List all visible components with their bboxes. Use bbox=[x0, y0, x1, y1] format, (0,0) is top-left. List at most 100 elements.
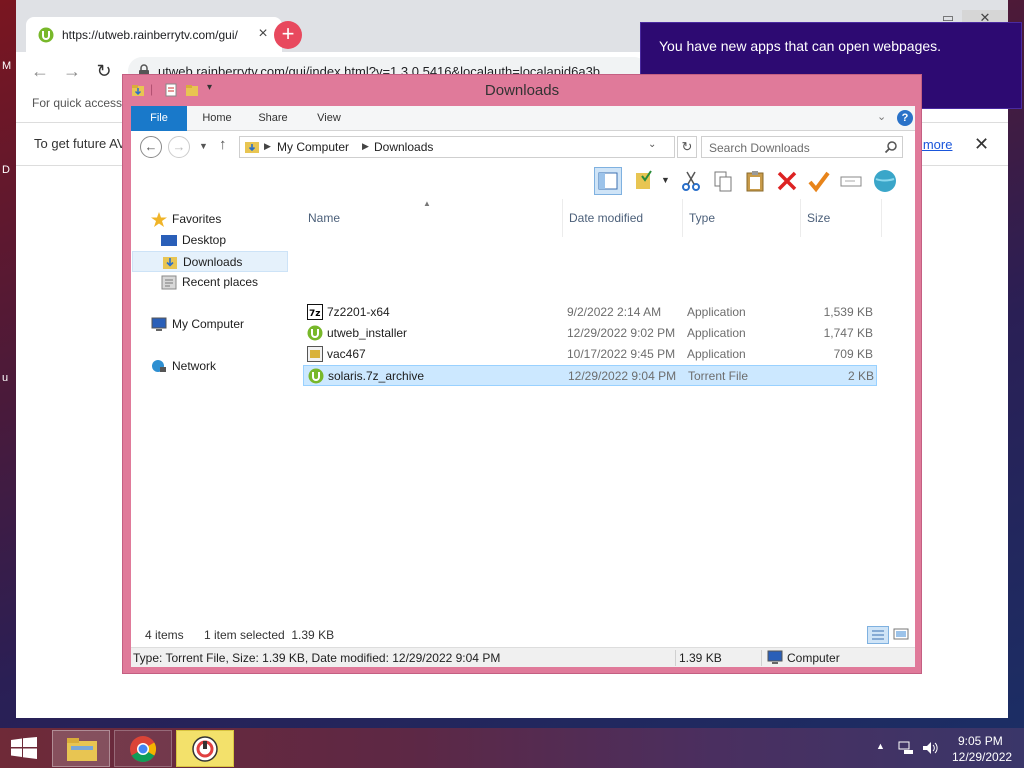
address-row: ← → ▼ ↑ ▶ My Computer ▶ Downloads ⌄ ↻ Se… bbox=[131, 131, 915, 163]
new-tab-button[interactable]: + bbox=[274, 21, 302, 49]
paste-icon[interactable] bbox=[741, 167, 769, 195]
help-icon[interactable]: ? bbox=[897, 110, 913, 126]
properties-toolbar-button[interactable] bbox=[631, 167, 659, 195]
desktop-icon bbox=[161, 235, 177, 246]
details-bar: Type: Torrent File, Size: 1.39 KB, Date … bbox=[131, 647, 915, 667]
item-count: 4 items bbox=[145, 628, 184, 642]
address-dropdown-icon[interactable]: ⌄ bbox=[648, 139, 656, 150]
nav-my-computer[interactable]: My Computer bbox=[151, 314, 281, 335]
breadcrumb-separator-icon: ▶ bbox=[264, 141, 271, 151]
column-header-type[interactable]: Type bbox=[684, 199, 801, 237]
breadcrumb-my-computer[interactable]: My Computer bbox=[277, 140, 349, 154]
navigation-pane: Favorites Desktop Downloads Recent place… bbox=[131, 199, 291, 623]
file-size: 709 KB bbox=[833, 347, 873, 361]
svg-text:7z: 7z bbox=[309, 309, 321, 319]
up-arrow-icon[interactable]: ↑ bbox=[219, 136, 227, 153]
column-header-size[interactable]: Size bbox=[802, 199, 882, 237]
column-size-label: Size bbox=[807, 211, 831, 225]
network-tray-icon[interactable] bbox=[898, 741, 914, 755]
windows-start-icon[interactable] bbox=[10, 737, 38, 759]
toolbar-dropdown-icon[interactable]: ▼ bbox=[661, 175, 670, 185]
7zip-icon: 7z bbox=[307, 304, 323, 320]
utorrent-web-icon bbox=[192, 736, 218, 762]
nav-desktop[interactable]: Desktop bbox=[161, 230, 281, 251]
column-header-date[interactable]: Date modified bbox=[564, 199, 683, 237]
file-date: 12/29/2022 9:04 PM bbox=[568, 369, 677, 383]
taskbar-utorrent[interactable] bbox=[176, 730, 234, 767]
recent-locations-icon[interactable]: ▼ bbox=[199, 141, 208, 151]
taskbar-file-explorer[interactable] bbox=[52, 730, 110, 767]
details-info: Type: Torrent File, Size: 1.39 KB, Date … bbox=[133, 651, 501, 665]
ribbon-expand-icon[interactable]: ⌄ bbox=[877, 110, 886, 123]
file-row[interactable]: utweb_installer 12/29/2022 9:02 PM Appli… bbox=[303, 323, 877, 344]
info-bar-close-icon[interactable]: ✕ bbox=[974, 134, 989, 155]
explorer-titlebar[interactable]: | ▾ Downloads bbox=[123, 75, 921, 105]
back-icon[interactable]: ← bbox=[140, 136, 162, 158]
cut-icon[interactable] bbox=[677, 167, 705, 195]
reload-icon[interactable]: ↻ bbox=[94, 61, 114, 81]
nav-my-computer-label: My Computer bbox=[172, 317, 245, 331]
desktop-label-m: M bbox=[2, 60, 12, 72]
network-icon bbox=[152, 360, 166, 372]
large-icons-view-icon[interactable] bbox=[891, 626, 913, 644]
forward-arrow-icon[interactable]: → bbox=[62, 61, 82, 81]
tab-share[interactable]: Share bbox=[249, 106, 297, 131]
file-date: 9/2/2022 2:14 AM bbox=[567, 305, 662, 319]
volume-icon[interactable] bbox=[922, 741, 938, 755]
nav-desktop-label: Desktop bbox=[182, 233, 227, 247]
globe-icon[interactable] bbox=[871, 167, 899, 195]
nav-network[interactable]: Network bbox=[151, 356, 281, 377]
breadcrumb-separator-icon: ▶ bbox=[362, 141, 369, 151]
column-name-label: Name bbox=[308, 211, 341, 225]
file-name: solaris.7z_archive bbox=[328, 369, 425, 383]
search-icon bbox=[884, 141, 897, 154]
taskbar: ▲ 9:05 PM 12/29/2022 bbox=[0, 728, 1024, 768]
star-icon bbox=[151, 212, 167, 227]
breadcrumb[interactable]: ▶ My Computer ▶ Downloads ⌄ bbox=[239, 136, 675, 158]
nav-downloads-label: Downloads bbox=[183, 255, 243, 269]
downloads-icon bbox=[163, 257, 177, 269]
refresh-icon[interactable]: ↻ bbox=[677, 136, 697, 158]
desktop-label-d: D bbox=[2, 164, 10, 176]
details-location: Computer bbox=[787, 651, 840, 665]
rename-icon[interactable] bbox=[837, 167, 865, 195]
computer-status-icon bbox=[767, 650, 783, 664]
file-type: Application bbox=[687, 347, 746, 361]
delete-icon[interactable] bbox=[773, 167, 801, 195]
file-explorer-icon bbox=[67, 738, 97, 761]
clock-date[interactable]: 12/29/2022 bbox=[952, 750, 1012, 764]
nav-favorites[interactable]: Favorites bbox=[151, 209, 271, 230]
bookmarks-hint: For quick access, bbox=[32, 96, 126, 110]
details-view-icon[interactable] bbox=[867, 626, 889, 644]
tab-file[interactable]: File bbox=[131, 106, 187, 131]
nav-favorites-label: Favorites bbox=[172, 212, 222, 226]
window-title: Downloads bbox=[484, 82, 560, 99]
file-row[interactable]: 7z 7z2201-x64 9/2/2022 2:14 AM Applicati… bbox=[303, 302, 877, 323]
clock-time[interactable]: 9:05 PM bbox=[958, 734, 1003, 748]
browser-tab[interactable]: https://utweb.rainberrytv.com/gui/ × bbox=[26, 17, 282, 52]
toast-message: You have new apps that can open webpages… bbox=[659, 38, 942, 54]
explorer-toolbar: ▼ bbox=[131, 163, 915, 199]
search-input[interactable]: Search Downloads bbox=[701, 136, 903, 158]
copy-icon[interactable] bbox=[709, 167, 737, 195]
breadcrumb-downloads[interactable]: Downloads bbox=[374, 140, 433, 154]
preview-pane-button[interactable] bbox=[594, 167, 622, 195]
forward-icon[interactable]: → bbox=[168, 136, 190, 158]
file-row[interactable]: vac467 10/17/2022 9:45 PM Application 70… bbox=[303, 344, 877, 365]
explorer-window: | ▾ Downloads File Home Share View ⌄ ? ←… bbox=[122, 74, 922, 674]
tab-view[interactable]: View bbox=[305, 106, 353, 131]
back-arrow-icon[interactable]: ← bbox=[30, 61, 50, 81]
taskbar-chrome[interactable] bbox=[114, 730, 172, 767]
show-hidden-icons-icon[interactable]: ▲ bbox=[876, 741, 885, 751]
browser-tab-title: https://utweb.rainberrytv.com/gui/ bbox=[62, 28, 238, 42]
file-size: 1,747 KB bbox=[823, 326, 873, 340]
checkmark-icon[interactable] bbox=[805, 167, 833, 195]
recent-places-icon bbox=[161, 275, 177, 290]
torrent-icon bbox=[308, 368, 324, 384]
tab-home[interactable]: Home bbox=[193, 106, 241, 131]
column-header-name[interactable]: Name bbox=[303, 199, 563, 237]
tab-close-icon[interactable]: × bbox=[254, 25, 272, 43]
nav-recent-places[interactable]: Recent places bbox=[161, 272, 289, 293]
nav-downloads[interactable]: Downloads bbox=[132, 251, 288, 272]
file-row-selected[interactable]: solaris.7z_archive 12/29/2022 9:04 PM To… bbox=[303, 365, 877, 386]
